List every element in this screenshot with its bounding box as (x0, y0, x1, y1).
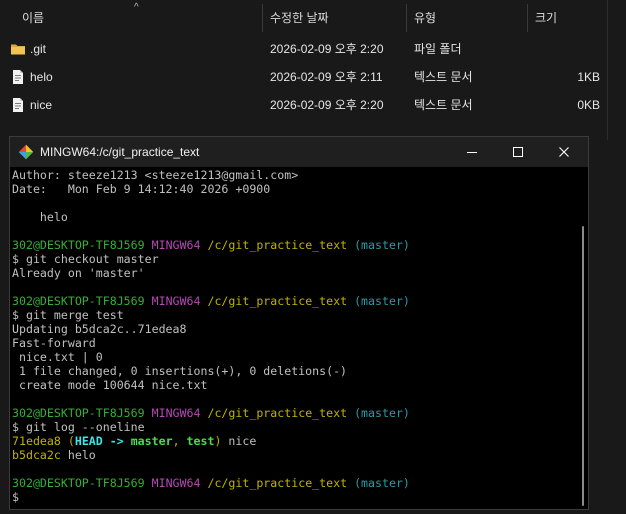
sort-ascending-icon: ^ (134, 2, 139, 13)
column-header-type-label: 유형 (414, 11, 437, 25)
commit-message: nice (221, 434, 257, 448)
prompt-branch: (master) (354, 238, 410, 252)
file-name: nice (30, 98, 53, 112)
column-header-size-label: 크기 (535, 11, 558, 25)
terminal-command: $ git log --oneline (12, 420, 145, 434)
minimize-button[interactable] (449, 137, 495, 167)
shell-prompt: 302@DESKTOP-TF8J569 MINGW64 /c/git_pract… (12, 294, 410, 308)
file-type: 파일 폴더 (414, 42, 462, 56)
git-bash-icon (18, 144, 34, 160)
prompt-user: 302@DESKTOP-TF8J569 (12, 476, 145, 490)
file-type: 텍스트 문서 (414, 70, 473, 84)
prompt-host: MINGW64 (151, 476, 201, 490)
commit-hash: 71edea8 (12, 434, 61, 448)
close-icon (559, 147, 569, 157)
column-header-type[interactable]: 유형 (406, 0, 526, 32)
file-size: 1KB (577, 70, 600, 84)
commit-hash: b5dca2c (12, 448, 61, 462)
terminal-line: create mode 100644 nice.txt (12, 378, 208, 392)
file-row[interactable]: nice 2026-02-09 오후 2:20 텍스트 문서 0KB (0, 91, 606, 119)
text-file-icon (13, 98, 23, 112)
column-header-modified[interactable]: 수정한 날짜 (262, 0, 406, 32)
commit-message: helo (60, 448, 96, 462)
terminal-window: MINGW64:/c/git_practice_text Author: ste… (9, 136, 589, 510)
branch-ref-master: master (130, 434, 173, 448)
prompt-host: MINGW64 (151, 294, 201, 308)
maximize-icon (513, 147, 523, 157)
file-modified: 2026-02-09 오후 2:11 (270, 70, 383, 84)
prompt-path: /c/git_practice_text (207, 238, 348, 252)
prompt-path: /c/git_practice_text (207, 406, 348, 420)
terminal-scrollbar[interactable] (578, 168, 588, 509)
ref-separator: , (172, 434, 187, 448)
prompt-branch: (master) (354, 476, 410, 490)
git-log-entry: b5dca2c helo (12, 448, 96, 462)
shell-prompt: 302@DESKTOP-TF8J569 MINGW64 /c/git_pract… (12, 406, 410, 420)
terminal-command-input[interactable]: $ (12, 490, 19, 504)
terminal-line: 1 file changed, 0 insertions(+), 0 delet… (12, 364, 348, 378)
prompt-branch: (master) (354, 294, 410, 308)
file-row[interactable]: .git 2026-02-09 오후 2:20 파일 폴더 (0, 35, 606, 63)
close-button[interactable] (541, 137, 587, 167)
prompt-host: MINGW64 (151, 238, 201, 252)
prompt-user: 302@DESKTOP-TF8J569 (12, 294, 145, 308)
prompt-user: 302@DESKTOP-TF8J569 (12, 238, 145, 252)
file-name: helo (30, 70, 53, 84)
terminal-line: nice.txt | 0 (12, 350, 103, 364)
minimize-icon (467, 152, 477, 153)
file-modified: 2026-02-09 오후 2:20 (270, 42, 384, 56)
ref-open-paren: ( (60, 434, 75, 448)
terminal-title: MINGW64:/c/git_practice_text (40, 145, 200, 159)
terminal-line: helo (12, 210, 68, 224)
terminal-titlebar[interactable]: MINGW64:/c/git_practice_text (10, 137, 588, 167)
file-type: 텍스트 문서 (414, 98, 473, 112)
prompt-branch: (master) (354, 406, 410, 420)
terminal-line: Fast-forward (12, 336, 96, 350)
terminal-output[interactable]: Author: steeze1213 <steeze1213@gmail.com… (10, 168, 578, 509)
pane-edge (607, 0, 608, 140)
shell-prompt: 302@DESKTOP-TF8J569 MINGW64 /c/git_pract… (12, 238, 410, 252)
prompt-user: 302@DESKTOP-TF8J569 (12, 406, 145, 420)
terminal-line: Author: steeze1213 <steeze1213@gmail.com… (12, 168, 299, 182)
text-file-icon (13, 70, 23, 84)
terminal-command: $ git checkout master (12, 252, 159, 266)
maximize-button[interactable] (495, 137, 541, 167)
file-size: 0KB (577, 98, 600, 112)
prompt-host: MINGW64 (151, 406, 201, 420)
prompt-path: /c/git_practice_text (207, 294, 348, 308)
terminal-line: Date: Mon Feb 9 14:12:40 2026 +0900 (12, 182, 271, 196)
scrollbar-thumb[interactable] (582, 226, 584, 506)
branch-ref-test: test (186, 434, 215, 448)
head-ref: HEAD -> (74, 434, 131, 448)
terminal-command: $ git merge test (12, 308, 124, 322)
column-header-size[interactable]: 크기 (527, 0, 607, 32)
file-row[interactable]: helo 2026-02-09 오후 2:11 텍스트 문서 1KB (0, 63, 606, 91)
git-log-entry: 71edea8 (HEAD -> master, test) nice (12, 434, 256, 448)
column-header-name-label: 이름 (22, 11, 45, 25)
column-header-name[interactable]: 이름 (14, 0, 264, 32)
prompt-path: /c/git_practice_text (207, 476, 348, 490)
shell-prompt: 302@DESKTOP-TF8J569 MINGW64 /c/git_pract… (12, 476, 410, 490)
column-header-modified-label: 수정한 날짜 (270, 11, 329, 25)
column-headers: 이름 ^ 수정한 날짜 유형 크기 (0, 0, 626, 32)
terminal-line: Already on 'master' (12, 266, 145, 280)
terminal-line: Updating b5dca2c..71edea8 (12, 322, 187, 336)
file-explorer: 이름 ^ 수정한 날짜 유형 크기 .git 2026-02-09 오후 2:2… (0, 0, 626, 140)
folder-icon (11, 44, 25, 55)
file-name: .git (30, 42, 47, 56)
file-modified: 2026-02-09 오후 2:20 (270, 98, 384, 112)
